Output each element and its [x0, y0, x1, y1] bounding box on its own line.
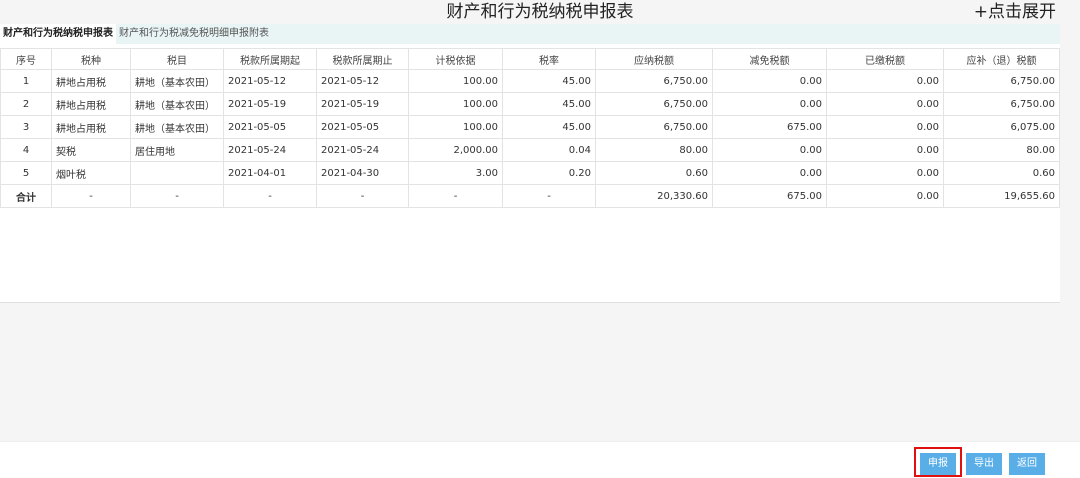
expand-toggle[interactable]: +点击展开 [974, 0, 1056, 24]
col-header-tax-payable: 应纳税额 [595, 48, 713, 70]
submit-button[interactable]: 申报 [920, 453, 956, 475]
cell-tax-reduction: 0.00 [712, 92, 827, 116]
cell-period-start: 2021-05-05 [223, 115, 317, 139]
cell-total-tax-item: - [130, 184, 224, 208]
cell-tax-basis: 100.00 [408, 92, 503, 116]
cell-tax-due: 6,750.00 [943, 92, 1060, 116]
table-row: 1 耕地占用税 耕地（基本农田） 2021-05-12 2021-05-12 1… [0, 69, 1060, 93]
cell-total-tax-type: - [51, 184, 131, 208]
cell-tax-due: 80.00 [943, 138, 1060, 162]
col-header-tax-paid: 已缴税额 [826, 48, 944, 70]
cell-tax-paid: 0.00 [826, 161, 944, 185]
cell-index: 5 [0, 161, 52, 185]
table-row: 5 烟叶税 2021-04-01 2021-04-30 3.00 0.20 0.… [0, 161, 1060, 185]
tax-return-table: 序号 税种 税目 税款所属期起 税款所属期止 计税依据 税率 应纳税额 减免税额… [0, 48, 1060, 208]
col-header-tax-item: 税目 [130, 48, 224, 70]
table-row: 4 契税 居住用地 2021-05-24 2021-05-24 2,000.00… [0, 138, 1060, 162]
cell-tax-paid: 0.00 [826, 92, 944, 116]
cell-tax-basis: 2,000.00 [408, 138, 503, 162]
cell-period-end: 2021-05-05 [316, 115, 409, 139]
cell-tax-item: 耕地（基本农田） [130, 69, 224, 93]
table-row: 3 耕地占用税 耕地（基本农田） 2021-05-05 2021-05-05 1… [0, 115, 1060, 139]
col-header-tax-due: 应补（退）税额 [943, 48, 1060, 70]
cell-total-period-start: - [223, 184, 317, 208]
cell-total-tax-reduction: 675.00 [712, 184, 827, 208]
action-footer: 申报 导出 返回 [0, 441, 1080, 478]
tab-tax-return[interactable]: 财产和行为税纳税申报表 [0, 24, 116, 44]
cell-index: 2 [0, 92, 52, 116]
cell-tax-type: 契税 [51, 138, 131, 162]
cell-tax-payable: 6,750.00 [595, 69, 713, 93]
col-header-period-end: 税款所属期止 [316, 48, 409, 70]
cell-period-start: 2021-05-12 [223, 69, 317, 93]
cell-tax-reduction: 675.00 [712, 115, 827, 139]
col-header-index: 序号 [0, 48, 52, 70]
cell-index: 1 [0, 69, 52, 93]
col-header-tax-basis: 计税依据 [408, 48, 503, 70]
tab-exemption-schedule[interactable]: 财产和行为税减免税明细申报附表 [116, 24, 272, 44]
cell-tax-payable: 6,750.00 [595, 115, 713, 139]
cell-tax-reduction: 0.00 [712, 138, 827, 162]
cell-total-label: 合计 [0, 184, 52, 208]
cell-tax-type: 耕地占用税 [51, 92, 131, 116]
cell-period-start: 2021-05-24 [223, 138, 317, 162]
cell-total-tax-paid: 0.00 [826, 184, 944, 208]
cell-tax-payable: 6,750.00 [595, 92, 713, 116]
cell-tax-payable: 0.60 [595, 161, 713, 185]
cell-tax-rate: 45.00 [502, 69, 596, 93]
cell-tax-type: 耕地占用税 [51, 69, 131, 93]
cell-tax-basis: 100.00 [408, 69, 503, 93]
table-row: 2 耕地占用税 耕地（基本农田） 2021-05-19 2021-05-19 1… [0, 92, 1060, 116]
col-header-tax-rate: 税率 [502, 48, 596, 70]
cell-period-end: 2021-05-12 [316, 69, 409, 93]
cell-total-tax-payable: 20,330.60 [595, 184, 713, 208]
cell-index: 3 [0, 115, 52, 139]
export-button[interactable]: 导出 [966, 453, 1002, 475]
cell-period-end: 2021-05-24 [316, 138, 409, 162]
cell-total-tax-basis: - [408, 184, 503, 208]
cell-period-start: 2021-05-19 [223, 92, 317, 116]
cell-tax-basis: 100.00 [408, 115, 503, 139]
cell-tax-reduction: 0.00 [712, 161, 827, 185]
cell-period-start: 2021-04-01 [223, 161, 317, 185]
cell-total-tax-due: 19,655.60 [943, 184, 1060, 208]
cell-total-period-end: - [316, 184, 409, 208]
cell-tax-rate: 45.00 [502, 92, 596, 116]
cell-tax-paid: 0.00 [826, 69, 944, 93]
cell-period-end: 2021-05-19 [316, 92, 409, 116]
cell-tax-item: 居住用地 [130, 138, 224, 162]
col-header-tax-reduction: 减免税额 [712, 48, 827, 70]
cell-tax-item [130, 161, 224, 185]
tax-table-panel: 序号 税种 税目 税款所属期起 税款所属期止 计税依据 税率 应纳税额 减免税额… [0, 44, 1060, 303]
cell-index: 4 [0, 138, 52, 162]
cell-period-end: 2021-04-30 [316, 161, 409, 185]
tab-bar: 财产和行为税纳税申报表 财产和行为税减免税明细申报附表 [0, 24, 1060, 44]
cell-tax-rate: 0.20 [502, 161, 596, 185]
cell-tax-due: 0.60 [943, 161, 1060, 185]
cell-tax-type: 烟叶税 [51, 161, 131, 185]
cell-tax-item: 耕地（基本农田） [130, 115, 224, 139]
cell-tax-basis: 3.00 [408, 161, 503, 185]
table-total-row: 合计 - - - - - - 20,330.60 675.00 0.00 19,… [0, 184, 1060, 208]
cell-tax-rate: 0.04 [502, 138, 596, 162]
cell-tax-due: 6,750.00 [943, 69, 1060, 93]
cell-tax-type: 耕地占用税 [51, 115, 131, 139]
cell-tax-reduction: 0.00 [712, 69, 827, 93]
cell-total-tax-rate: - [502, 184, 596, 208]
cell-tax-paid: 0.00 [826, 115, 944, 139]
cell-tax-item: 耕地（基本农田） [130, 92, 224, 116]
col-header-period-start: 税款所属期起 [223, 48, 317, 70]
cell-tax-rate: 45.00 [502, 115, 596, 139]
col-header-tax-type: 税种 [51, 48, 131, 70]
cell-tax-due: 6,075.00 [943, 115, 1060, 139]
cell-tax-paid: 0.00 [826, 138, 944, 162]
back-button[interactable]: 返回 [1009, 453, 1045, 475]
cell-tax-payable: 80.00 [595, 138, 713, 162]
page-title: 财产和行为税纳税申报表 [446, 2, 634, 22]
table-header-row: 序号 税种 税目 税款所属期起 税款所属期止 计税依据 税率 应纳税额 减免税额… [0, 48, 1060, 70]
